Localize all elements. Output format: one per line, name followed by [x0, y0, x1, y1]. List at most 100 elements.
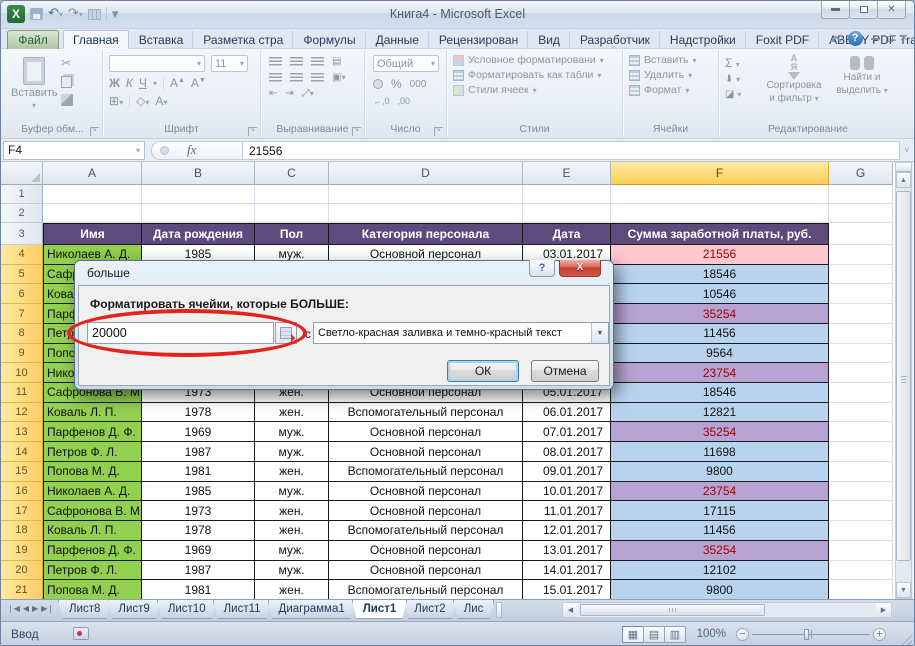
- cell-salary-F18[interactable]: 11456: [611, 521, 829, 541]
- format-option-select[interactable]: Светло-красная заливка и темно-красный т…: [313, 322, 609, 344]
- grid-cell[interactable]: [611, 204, 829, 223]
- sheet-tab-Лист8[interactable]: Лист8: [58, 600, 111, 619]
- sheet-tab-Лист11[interactable]: Лист11: [213, 600, 272, 619]
- copy-icon[interactable]: [61, 76, 72, 88]
- cell-salary-F6[interactable]: 10546: [611, 284, 829, 304]
- cell-name[interactable]: Петров Ф. Л.: [43, 442, 142, 462]
- cell-year[interactable]: 1969: [142, 541, 255, 561]
- ribbon-tab-10[interactable]: Foxit PDF: [746, 30, 819, 49]
- cell-name[interactable]: Попова М. Д.: [43, 580, 142, 599]
- grid-cell[interactable]: [829, 383, 893, 403]
- autosum-button[interactable]: Σ ▾: [725, 56, 741, 70]
- cell-category[interactable]: Основной персонал: [329, 561, 523, 581]
- increase-decimal-icon[interactable]: ←,0: [373, 96, 390, 106]
- zoom-in-icon[interactable]: +: [873, 628, 886, 641]
- align-top-icon[interactable]: [269, 57, 282, 66]
- ribbon-tab-9[interactable]: Надстройки: [660, 30, 746, 49]
- table-header-cell[interactable]: Дата рождения: [142, 223, 255, 245]
- cell-date[interactable]: 09.01.2017: [523, 462, 611, 482]
- scroll-right-icon[interactable]: ▶: [876, 603, 891, 617]
- table-header-cell[interactable]: Сумма заработной платы, руб.: [611, 223, 829, 245]
- cell-name[interactable]: Парфенов Д. Ф.: [43, 541, 142, 561]
- row-header-15[interactable]: 15: [1, 462, 43, 482]
- combo-arrow-icon[interactable]: ▼: [591, 323, 608, 343]
- clipboard-dialog-launcher-icon[interactable]: [90, 127, 99, 136]
- sheet-tab-Лис[interactable]: Лис: [453, 600, 495, 619]
- workbook-restore-icon[interactable]: [886, 36, 893, 42]
- row-header-4[interactable]: 4: [1, 245, 43, 265]
- cell-salary-F15[interactable]: 9800: [611, 462, 829, 482]
- fill-color-icon[interactable]: ◇▾: [136, 94, 149, 108]
- cell-category[interactable]: Основной персонал: [329, 442, 523, 462]
- grid-cell[interactable]: [829, 284, 893, 304]
- cell-salary-F21[interactable]: 9800: [611, 580, 829, 599]
- page-layout-view-icon[interactable]: ▤: [643, 626, 665, 643]
- cut-icon[interactable]: ✂: [61, 56, 73, 70]
- conditional-formatting-button[interactable]: Условное форматировани▾: [453, 54, 622, 66]
- cell-sex[interactable]: муж.: [255, 482, 329, 502]
- merge-center-icon[interactable]: ▣▾: [332, 72, 345, 83]
- cell-year[interactable]: 1987: [142, 442, 255, 462]
- cell-date[interactable]: 12.01.2017: [523, 521, 611, 541]
- fill-icon[interactable]: ⬇ ▾: [725, 74, 741, 85]
- insert-function-icon[interactable]: fx: [187, 142, 196, 158]
- column-header-E[interactable]: E: [523, 162, 611, 185]
- tab-split-handle[interactable]: [496, 602, 502, 618]
- row-header-20[interactable]: 20: [1, 561, 43, 581]
- help-icon[interactable]: ?: [848, 31, 863, 46]
- table-header-cell[interactable]: Имя: [43, 223, 142, 245]
- grid-cell[interactable]: [829, 304, 893, 324]
- workbook-minimize-icon[interactable]: [871, 38, 879, 40]
- grid-cell[interactable]: [255, 185, 329, 204]
- grid-cell[interactable]: [255, 204, 329, 223]
- cell-name[interactable]: Петров Ф. Л.: [43, 561, 142, 581]
- grid-cell[interactable]: [829, 265, 893, 285]
- file-tab[interactable]: Файл: [7, 30, 59, 49]
- grid-cell[interactable]: [829, 521, 893, 541]
- grid-cell[interactable]: [329, 185, 523, 204]
- grid-cell[interactable]: [829, 422, 893, 442]
- grid-cell[interactable]: [829, 403, 893, 423]
- close-button[interactable]: ✕: [877, 1, 906, 19]
- grid-cell[interactable]: [829, 185, 893, 204]
- cell-date[interactable]: 10.01.2017: [523, 482, 611, 502]
- cell-category[interactable]: Основной персонал: [329, 422, 523, 442]
- row-header-17[interactable]: 17: [1, 501, 43, 521]
- grid-cell[interactable]: [611, 185, 829, 204]
- cell-sex[interactable]: муж.: [255, 422, 329, 442]
- cell-sex[interactable]: жен.: [255, 501, 329, 521]
- sheet-tab-Диаграмма1[interactable]: Диаграмма1: [268, 600, 356, 619]
- cell-name[interactable]: Коваль Л. П.: [43, 403, 142, 423]
- cell-salary-F4[interactable]: 21556: [611, 245, 829, 265]
- sheet-tab-Лист9[interactable]: Лист9: [107, 600, 160, 619]
- first-sheet-icon[interactable]: ❘◀: [7, 604, 20, 613]
- cell-sex[interactable]: муж.: [255, 561, 329, 581]
- row-header-11[interactable]: 11: [1, 383, 43, 403]
- cell-salary-F13[interactable]: 35254: [611, 422, 829, 442]
- cell-date[interactable]: 08.01.2017: [523, 442, 611, 462]
- sheet-tab-Лист1[interactable]: Лист1: [352, 600, 408, 619]
- cell-sex[interactable]: жен.: [255, 521, 329, 541]
- zoom-slider[interactable]: − +: [736, 628, 886, 641]
- cell-salary-F12[interactable]: 12821: [611, 403, 829, 423]
- grid-cell[interactable]: [829, 245, 893, 265]
- row-header-18[interactable]: 18: [1, 521, 43, 541]
- align-middle-icon[interactable]: [290, 57, 303, 66]
- row-header-16[interactable]: 16: [1, 482, 43, 502]
- table-header-cell[interactable]: Дата: [523, 223, 611, 245]
- grid-cell[interactable]: [523, 185, 611, 204]
- zoom-out-icon[interactable]: −: [736, 628, 749, 641]
- scroll-up-icon[interactable]: ▲: [896, 172, 911, 188]
- delete-cells-button[interactable]: Удалить▾: [629, 69, 718, 81]
- row-header-12[interactable]: 12: [1, 403, 43, 423]
- cell-salary-F8[interactable]: 11456: [611, 324, 829, 344]
- paste-button[interactable]: Вставить ▾: [11, 55, 57, 119]
- cancel-button[interactable]: Отмена: [531, 360, 599, 382]
- row-header-2[interactable]: 2: [1, 204, 43, 223]
- formula-input[interactable]: 21556: [243, 141, 900, 160]
- sheet-tab-Лист2[interactable]: Лист2: [403, 600, 456, 619]
- row-header-10[interactable]: 10: [1, 363, 43, 383]
- grid-cell[interactable]: [829, 541, 893, 561]
- cell-date[interactable]: 13.01.2017: [523, 541, 611, 561]
- next-sheet-icon[interactable]: ▶: [32, 604, 38, 613]
